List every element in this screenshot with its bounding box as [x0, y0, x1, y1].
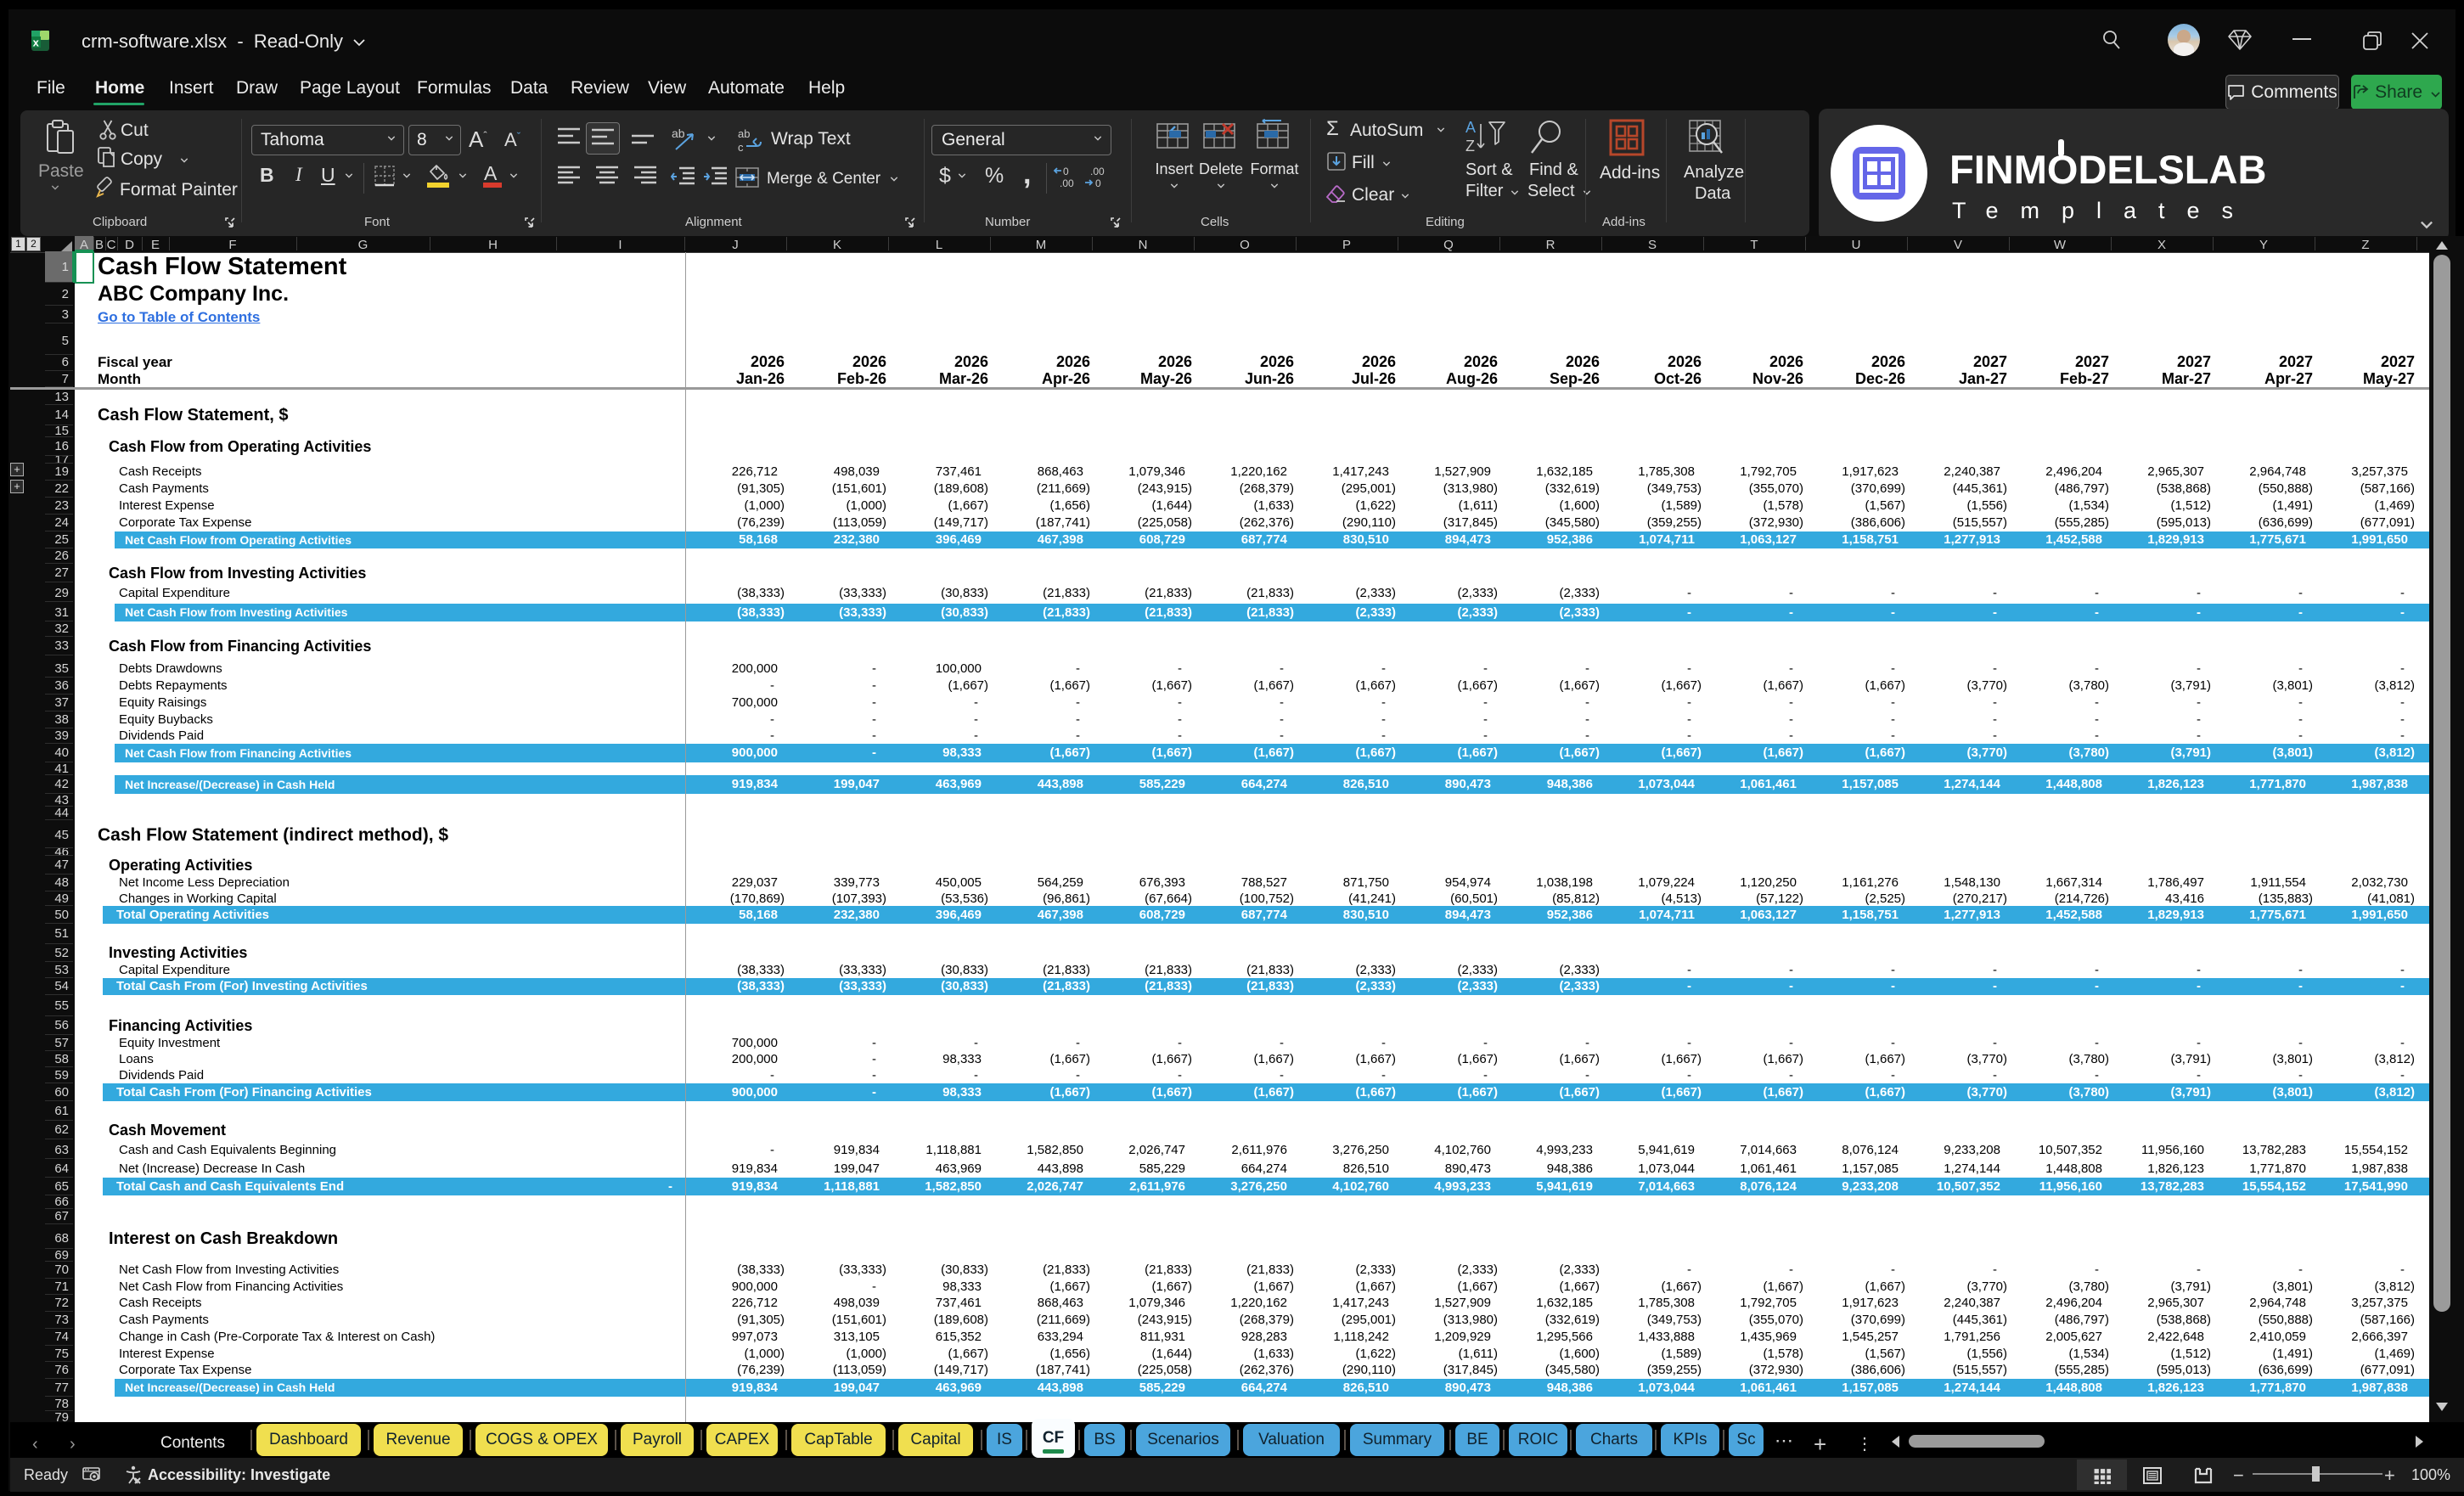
svg-text:.00: .00: [1060, 177, 1074, 188]
svg-text:Z: Z: [1465, 138, 1475, 155]
svg-text:0: 0: [1095, 177, 1101, 188]
svg-text:0: 0: [1063, 166, 1069, 177]
svg-text:ab: ab: [738, 127, 750, 140]
svg-text:c: c: [738, 141, 744, 153]
svg-text:ab: ab: [672, 127, 685, 140]
svg-text:x: x: [33, 37, 40, 49]
svg-text:A: A: [1465, 119, 1476, 136]
svg-text:.00: .00: [1090, 166, 1105, 177]
